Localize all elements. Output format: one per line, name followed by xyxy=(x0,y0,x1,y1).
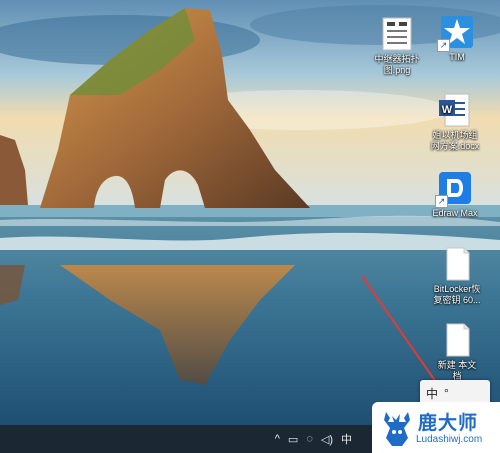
desktop-icon-edraw-max[interactable]: ↗ Edraw Max xyxy=(420,170,490,219)
desktop-icon-new-text-document[interactable]: 新建 本文 档 xyxy=(422,322,492,382)
deer-logo-icon xyxy=(384,412,410,446)
svg-text:W: W xyxy=(442,104,453,116)
show-hidden-icons-icon[interactable]: ^ xyxy=(275,433,280,445)
shortcut-arrow-icon: ↗ xyxy=(437,39,450,52)
image-file-icon xyxy=(379,16,415,52)
ime-punctuation-label[interactable]: ° xyxy=(444,386,449,400)
text-file-icon xyxy=(439,246,475,282)
desktop-icon-bitlocker-key[interactable]: BitLocker恢 复密钥 60... xyxy=(422,246,492,306)
shortcut-arrow-icon: ↗ xyxy=(435,195,448,208)
volume-icon[interactable]: ◁) xyxy=(321,433,333,446)
tim-icon: ↗ xyxy=(437,14,475,52)
edraw-max-icon: ↗ xyxy=(435,170,473,208)
desktop-icon-label: 新建 本文 档 xyxy=(437,360,477,381)
desktop-icon-label: 姐以机场组 网方案.docx xyxy=(430,130,480,151)
desktop-icon-network-docx[interactable]: W 姐以机场组 网方案.docx xyxy=(420,92,490,152)
system-tray: ^ ▭ ◌ ◁) 中 xyxy=(275,425,360,453)
site-watermark: 鹿大师 Ludashiwj.com xyxy=(372,402,500,453)
wifi-icon[interactable]: ◌ xyxy=(306,433,313,445)
watermark-url: Ludashiwj.com xyxy=(416,434,483,445)
desktop-icon-tim[interactable]: ↗ TIM xyxy=(422,14,492,63)
battery-icon[interactable]: ▭ xyxy=(288,433,298,446)
desktop-icon-label: Edraw Max xyxy=(432,208,478,218)
ime-mode-label[interactable]: 中 xyxy=(426,385,438,402)
desktop-icon-label: TIM xyxy=(449,52,465,62)
watermark-title: 鹿大师 xyxy=(418,413,479,434)
desktop-icon-label: BitLocker恢 复密钥 60... xyxy=(433,284,481,305)
word-document-icon: W xyxy=(437,92,473,128)
text-file-icon xyxy=(439,322,475,358)
input-method-indicator[interactable]: 中 xyxy=(341,431,352,447)
